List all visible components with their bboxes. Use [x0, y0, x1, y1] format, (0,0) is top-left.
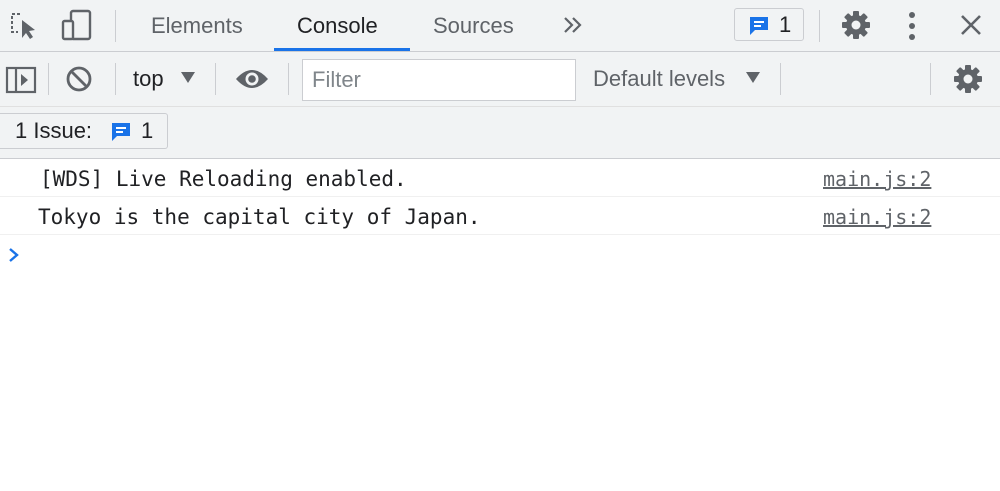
toolbar-separator	[215, 63, 216, 95]
log-levels-label: Default levels	[593, 66, 726, 91]
console-message: Tokyo is the capital city of Japan. main…	[0, 198, 1000, 235]
message-text: [WDS] Live Reloading enabled.	[40, 167, 407, 191]
close-icon[interactable]	[960, 14, 982, 36]
issues-count: 1	[779, 12, 792, 37]
console-settings-icon[interactable]	[952, 63, 984, 95]
context-selector[interactable]: top	[133, 52, 164, 106]
filter-input[interactable]	[302, 59, 576, 101]
tab-console[interactable]: Console	[297, 0, 378, 51]
toolbar-separator	[288, 63, 289, 95]
toolbar-separator	[115, 63, 116, 95]
sidebar-toggle-icon[interactable]	[5, 66, 37, 94]
toolbar-separator	[930, 63, 931, 95]
tab-sources[interactable]: Sources	[433, 0, 514, 51]
tab-elements[interactable]: Elements	[151, 0, 243, 51]
inspect-icon[interactable]	[8, 10, 38, 40]
context-label: top	[133, 66, 164, 91]
issues-icon	[110, 121, 132, 142]
tab-separator	[115, 10, 116, 42]
message-text: Tokyo is the capital city of Japan.	[38, 205, 481, 229]
issues-counter-button[interactable]: 1	[734, 8, 804, 41]
toolbar-separator	[819, 10, 820, 42]
toolbar-separator	[780, 63, 781, 95]
live-expression-icon[interactable]	[235, 68, 269, 90]
more-tabs-icon[interactable]	[562, 15, 584, 35]
active-tab-indicator	[274, 48, 410, 51]
clear-console-icon[interactable]	[65, 65, 93, 93]
issues-bar: 1 Issue: 1	[0, 107, 1000, 159]
issues-button[interactable]: 1 Issue: 1	[0, 113, 168, 149]
device-toolbar-icon[interactable]	[60, 9, 94, 41]
toolbar-separator	[48, 63, 49, 95]
dropdown-arrow-icon[interactable]	[746, 72, 760, 84]
devtools-tab-bar: Elements Console Sources 1	[0, 0, 1000, 52]
console-prompt-icon[interactable]	[6, 246, 22, 264]
issues-label: 1 Issue:	[15, 118, 93, 143]
console-toolbar: top Default levels	[0, 52, 1000, 107]
settings-icon[interactable]	[840, 9, 872, 41]
kebab-menu-icon[interactable]	[906, 11, 918, 41]
message-source-link[interactable]: main.js:2	[823, 160, 931, 198]
message-source-link[interactable]: main.js:2	[823, 198, 931, 236]
dropdown-arrow-icon[interactable]	[181, 72, 195, 84]
console-message: [WDS] Live Reloading enabled. main.js:2	[0, 160, 1000, 197]
issues-bar-count: 1	[141, 118, 154, 143]
issues-icon	[748, 15, 770, 36]
log-levels-dropdown[interactable]: Default levels	[593, 52, 725, 106]
